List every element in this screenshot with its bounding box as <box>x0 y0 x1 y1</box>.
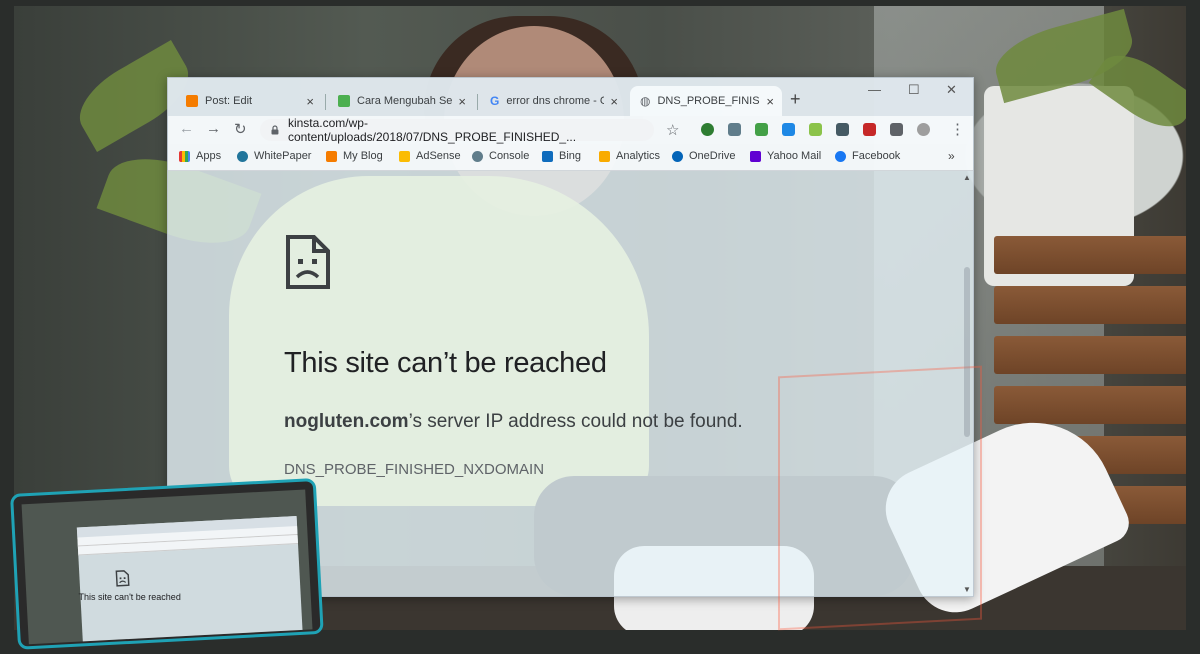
address-bar[interactable]: kinsta.com/wp-content/uploads/2018/07/DN… <box>260 116 654 144</box>
tab-label: error dns chrome - G <box>506 95 605 107</box>
bookmark-label: Yahoo Mail <box>767 150 822 162</box>
forward-button[interactable]: → <box>206 120 221 137</box>
error-title: This site can’t be reached <box>284 347 607 379</box>
mail-envelope-icon <box>750 150 761 162</box>
adsense-icon <box>399 150 410 162</box>
bench-slat <box>994 336 1186 374</box>
bookmark-label: My Blog <box>343 150 383 162</box>
tab-cara-mengubah[interactable]: Cara Mengubah Serv × <box>328 86 474 116</box>
tab-post-edit[interactable]: Post: Edit × <box>176 86 322 116</box>
bookmark-facebook[interactable]: Facebook <box>835 150 900 162</box>
google-icon: G <box>490 94 500 108</box>
bookmark-label: Bing <box>559 150 582 162</box>
light-reflection <box>778 365 982 631</box>
bookmark-label: Console <box>489 150 530 162</box>
bookmarks-bar: Apps WhitePaper My Blog AdSense Console … <box>168 144 973 171</box>
bookmark-star-icon[interactable]: ☆ <box>666 121 679 139</box>
tab-label: DNS_PROBE_FINISHE <box>657 95 760 107</box>
extension-5-icon[interactable] <box>809 123 822 136</box>
bing-icon <box>542 150 553 162</box>
bookmark-label: AdSense <box>416 150 461 162</box>
bookmark-yahoo-mail[interactable]: Yahoo Mail <box>750 150 821 162</box>
blogger-icon <box>186 95 198 107</box>
extension-2-icon[interactable] <box>728 123 741 136</box>
toolbar: ← → ↻ kinsta.com/wp-content/uploads/2018… <box>168 116 973 144</box>
minimize-button[interactable]: — <box>868 82 881 97</box>
bookmark-onedrive[interactable]: OneDrive <box>672 150 735 162</box>
laptop-error-title: This site can't be reached <box>78 591 181 602</box>
laptop-screen: This site can't be reached <box>21 489 313 645</box>
bookmark-label: Facebook <box>852 150 901 162</box>
scrollbar[interactable]: ▲ ▼ <box>961 171 973 596</box>
bookmark-bing[interactable]: Bing <box>542 150 581 162</box>
close-window-button[interactable]: ✕ <box>946 82 957 98</box>
tab-label: Post: Edit <box>205 95 253 107</box>
tab-separator <box>477 94 478 110</box>
back-button[interactable]: ← <box>179 120 194 137</box>
close-tab-icon[interactable]: × <box>306 94 314 109</box>
sad-document-icon <box>286 235 330 289</box>
onedrive-cloud-icon <box>672 150 683 162</box>
tab-label: Cara Mengubah Serv <box>357 95 453 107</box>
bookmark-adsense[interactable]: AdSense <box>399 150 461 162</box>
extension-puzzle-icon[interactable] <box>890 123 903 136</box>
laptop-frame: This site can't be reached <box>10 477 324 650</box>
extension-1-icon[interactable] <box>701 123 714 136</box>
bench-slat <box>994 386 1186 424</box>
extension-7-icon[interactable] <box>863 123 876 136</box>
tab-separator <box>325 94 326 110</box>
error-message: nogluten.com’s server IP address could n… <box>284 411 743 433</box>
close-tab-icon[interactable]: × <box>458 94 466 109</box>
puzzle-leaf-icon <box>338 95 350 107</box>
bookmark-label: WhitePaper <box>254 150 312 162</box>
scrollbar-thumb[interactable] <box>964 267 970 437</box>
mini-browser-window <box>76 516 303 645</box>
scroll-up-arrow-icon[interactable]: ▲ <box>963 173 971 182</box>
maximize-button[interactable]: ☐ <box>908 82 920 98</box>
apps-grid-icon <box>179 150 190 162</box>
extension-3-icon[interactable] <box>755 123 768 136</box>
close-tab-icon[interactable]: × <box>766 94 774 109</box>
globe-icon: ◍ <box>640 94 651 108</box>
bookmark-whitepaper[interactable]: WhitePaper <box>237 150 311 162</box>
url-text: kinsta.com/wp-content/uploads/2018/07/DN… <box>287 116 577 144</box>
scroll-down-arrow-icon[interactable]: ▼ <box>963 585 971 594</box>
chrome-menu-button[interactable]: ⋮ <box>950 120 965 138</box>
bookmark-console[interactable]: Console <box>472 150 529 162</box>
facebook-icon <box>835 150 846 162</box>
tab-dns-probe[interactable]: ◍ DNS_PROBE_FINISHE × <box>630 86 782 116</box>
new-tab-button[interactable]: + <box>790 89 801 110</box>
bookmark-my-blog[interactable]: My Blog <box>326 150 383 162</box>
bookmark-label: Apps <box>196 150 222 162</box>
bench-slat <box>994 236 1186 274</box>
bookmark-label: OneDrive <box>689 150 736 162</box>
more-bookmarks-icon[interactable]: » <box>948 149 955 163</box>
extension-4-icon[interactable] <box>782 123 795 136</box>
bookmark-analytics[interactable]: Analytics <box>599 150 660 162</box>
error-code: DNS_PROBE_FINISHED_NXDOMAIN <box>284 461 545 478</box>
wordpress-icon <box>237 150 248 162</box>
sad-document-icon <box>115 570 130 587</box>
lock-icon <box>271 125 279 135</box>
profile-avatar[interactable] <box>917 123 930 136</box>
bookmark-label: Analytics <box>616 150 661 162</box>
bookmark-apps[interactable]: Apps <box>179 150 221 162</box>
analytics-icon <box>599 150 610 162</box>
tab-strip: Post: Edit × Cara Mengubah Serv × G erro… <box>168 78 973 116</box>
tab-google-search[interactable]: G error dns chrome - G × <box>480 86 626 116</box>
search-console-icon <box>472 150 483 162</box>
reload-button[interactable]: ↻ <box>234 120 247 138</box>
close-tab-icon[interactable]: × <box>610 94 618 109</box>
error-domain: nogluten.com <box>284 411 409 432</box>
bench-slat <box>994 286 1186 324</box>
laptop-mockup: This site can't be reached <box>10 477 348 654</box>
error-message-text: ’s server IP address could not be found. <box>408 411 743 432</box>
extension-6-icon[interactable] <box>836 123 849 136</box>
blogger-icon <box>326 150 337 162</box>
